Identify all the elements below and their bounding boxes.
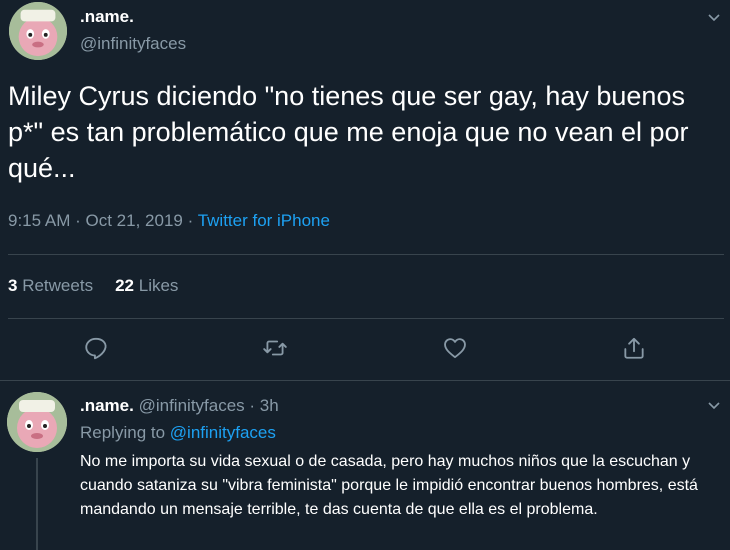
- divider: [8, 318, 724, 319]
- retweets-count: 3: [8, 276, 18, 295]
- display-name[interactable]: .name.: [80, 7, 134, 27]
- mention-link[interactable]: @infinityfaces: [170, 423, 276, 442]
- tweet-date[interactable]: Oct 21, 2019: [86, 211, 183, 230]
- reply-handle-time[interactable]: @infinityfaces · 3h: [139, 396, 279, 415]
- retweet-icon[interactable]: [262, 335, 288, 361]
- avatar-image: [9, 2, 67, 60]
- avatar[interactable]: [9, 2, 67, 60]
- meta-separator: ·: [75, 211, 81, 230]
- divider: [0, 380, 730, 381]
- retweets-label: Retweets: [22, 276, 94, 295]
- replying-to: Replying to @infinityfaces: [80, 423, 276, 443]
- tweet-meta: 9:15 AM · Oct 21, 2019 · Twitter for iPh…: [8, 211, 330, 231]
- main-tweet: .name. @infinityfaces Miley Cyrus dicien…: [0, 0, 730, 380]
- tweet-stats: 3 Retweets 22 Likes: [8, 276, 178, 296]
- tweet-source[interactable]: Twitter for iPhone: [198, 211, 330, 230]
- handle[interactable]: @infinityfaces: [80, 34, 186, 54]
- tweet-text: Miley Cyrus diciendo "no tienes que ser …: [8, 81, 689, 183]
- likes-label: Likes: [138, 276, 179, 295]
- reply-text: No me importa su vida sexual o de casada…: [80, 453, 698, 518]
- heart-icon[interactable]: [442, 335, 468, 361]
- reply-header: .name. @infinityfaces · 3h: [80, 396, 279, 416]
- likes-stat[interactable]: 22 Likes: [115, 276, 178, 295]
- retweets-stat[interactable]: 3 Retweets: [8, 276, 93, 295]
- meta-separator: ·: [187, 211, 194, 230]
- chevron-down-icon[interactable]: [706, 10, 722, 26]
- divider: [8, 254, 724, 255]
- share-icon[interactable]: [621, 335, 647, 361]
- reply-display-name[interactable]: .name.: [80, 396, 134, 415]
- comment-icon[interactable]: [83, 335, 109, 361]
- avatar-image: [7, 392, 67, 452]
- chevron-down-icon[interactable]: [706, 398, 722, 414]
- likes-count: 22: [115, 276, 134, 295]
- thread-line: [36, 458, 38, 550]
- avatar[interactable]: [7, 392, 67, 452]
- tweet-time[interactable]: 9:15 AM: [8, 211, 70, 230]
- replying-prefix: Replying to: [80, 423, 166, 442]
